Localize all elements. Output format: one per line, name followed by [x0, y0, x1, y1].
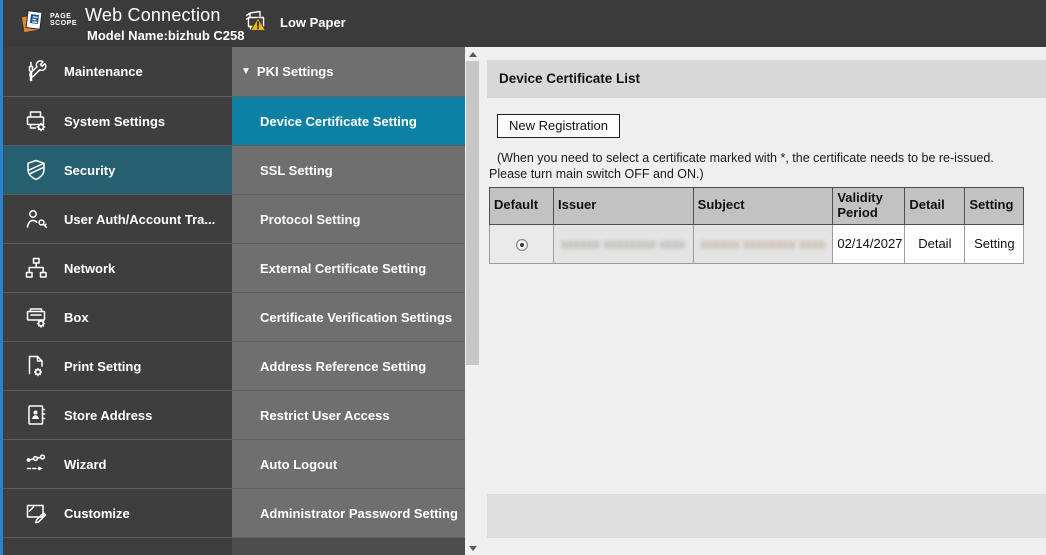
- printer-warning-icon: [245, 10, 267, 31]
- sidebar-nav: Maintenance System Settings Security Use…: [0, 47, 232, 555]
- box-gear-icon: [26, 308, 46, 328]
- certificate-table: Default Issuer Subject Validity Period D…: [489, 187, 1025, 264]
- sidebar-item-maintenance[interactable]: Maintenance: [0, 47, 232, 96]
- setting-button[interactable]: Setting: [964, 223, 1025, 264]
- network-nodes-icon: [25, 257, 47, 278]
- user-key-icon: [26, 210, 48, 229]
- model-name: Model Name:bizhub C258: [87, 28, 245, 43]
- left-edge-accent: [0, 0, 3, 555]
- top-bar: PAGE SCOPE Web Connection Model Name:biz…: [0, 0, 1046, 47]
- sidebar-item-store-address[interactable]: Store Address: [0, 390, 232, 439]
- logo-wordmark: PAGE SCOPE: [50, 13, 78, 28]
- page-gear-icon: [28, 355, 43, 377]
- submenu-item-certificate-verification-settings[interactable]: Certificate Verification Settings: [232, 292, 465, 341]
- submenu-scrollbar[interactable]: [465, 47, 480, 555]
- device-status: Low Paper: [244, 7, 346, 37]
- status-label: Low Paper: [280, 14, 346, 30]
- header-issuer: Issuer: [553, 187, 694, 225]
- submenu-item-restrict-user-access[interactable]: Restrict User Access: [232, 390, 465, 439]
- screen-pencil-icon: [26, 504, 47, 524]
- pagescope-web-connection-window: PAGE SCOPE Web Connection Model Name:biz…: [0, 0, 1046, 555]
- submenu-item-administrator-password-setting[interactable]: Administrator Password Setting: [232, 488, 465, 537]
- main-content: Device Certificate List New Registration…: [480, 47, 1046, 555]
- sidebar-item-system-settings[interactable]: System Settings: [0, 96, 232, 145]
- section-collapse-icon: ▼: [241, 66, 251, 77]
- note-line-1: (When you need to select a certificate m…: [497, 151, 994, 165]
- submenu-item-ssl-setting[interactable]: SSL Setting: [232, 145, 465, 194]
- header-detail: Detail: [904, 187, 966, 225]
- certificate-note: (When you need to select a certificate m…: [489, 151, 1046, 182]
- arrow-up-icon: [468, 51, 477, 57]
- sidebar-item-user-auth[interactable]: User Auth/Account Tra...: [0, 194, 232, 243]
- header-setting: Setting: [964, 187, 1025, 225]
- new-registration-button[interactable]: New Registration: [497, 114, 620, 138]
- sidebar-item-box[interactable]: Box: [0, 292, 232, 341]
- submenu-section-pki-settings[interactable]: ▼ PKI Settings: [232, 47, 465, 96]
- submenu-item-protocol-setting[interactable]: Protocol Setting: [232, 194, 465, 243]
- footer-bar: [487, 494, 1046, 538]
- shield-icon: [27, 159, 45, 181]
- header-default: Default: [489, 187, 554, 225]
- scrollbar-thumb[interactable]: [466, 61, 479, 365]
- pagescope-logo-icon: [21, 10, 43, 33]
- note-line-2: Please turn main switch OFF and ON.): [489, 166, 704, 181]
- default-radio[interactable]: [515, 238, 528, 251]
- header-validity-period: Validity Period: [832, 187, 906, 225]
- scroll-down-button[interactable]: [465, 541, 480, 555]
- tools-icon: [28, 59, 47, 81]
- submenu-nav: ▼ PKI Settings Device Certificate Settin…: [232, 47, 465, 555]
- address-book-icon: [28, 405, 46, 425]
- brand: PAGE SCOPE Web Connection Model Name:biz…: [18, 5, 244, 43]
- sidebar-item-customize[interactable]: Customize: [0, 488, 232, 537]
- header-subject: Subject: [692, 187, 834, 225]
- printer-gear-icon: [26, 111, 46, 132]
- app-title: Web Connection: [85, 5, 221, 25]
- submenu-item-device-certificate-setting[interactable]: Device Certificate Setting: [232, 96, 465, 145]
- submenu-overflow-item: [232, 537, 465, 555]
- validity-period-value: 02/14/2027: [832, 223, 906, 264]
- sidebar-item-print-setting[interactable]: Print Setting: [0, 341, 232, 390]
- certificate-row: xxxxxx xxxxxxxx xxxx xxxxxx xxxxxxxx xxx…: [489, 223, 1025, 264]
- subject-value-redacted: xxxxxx xxxxxxxx xxxx: [700, 237, 826, 252]
- table-header-row: Default Issuer Subject Validity Period D…: [489, 187, 1025, 225]
- issuer-value-redacted: xxxxxx xxxxxxxx xxxx: [561, 237, 686, 252]
- sidebar-item-wizard[interactable]: Wizard: [0, 439, 232, 488]
- page-title: Device Certificate List: [487, 60, 1046, 98]
- detail-button[interactable]: Detail: [904, 223, 966, 264]
- scroll-up-button[interactable]: [465, 47, 480, 61]
- submenu-item-external-certificate-setting[interactable]: External Certificate Setting: [232, 243, 465, 292]
- sidebar-item-network[interactable]: Network: [0, 243, 232, 292]
- arrow-down-icon: [468, 545, 477, 551]
- sidebar-overflow-item: [0, 537, 232, 555]
- sidebar-item-security[interactable]: Security: [0, 145, 232, 194]
- wizard-steps-icon: [26, 454, 46, 471]
- submenu-item-auto-logout[interactable]: Auto Logout: [232, 439, 465, 488]
- submenu-item-address-reference-setting[interactable]: Address Reference Setting: [232, 341, 465, 390]
